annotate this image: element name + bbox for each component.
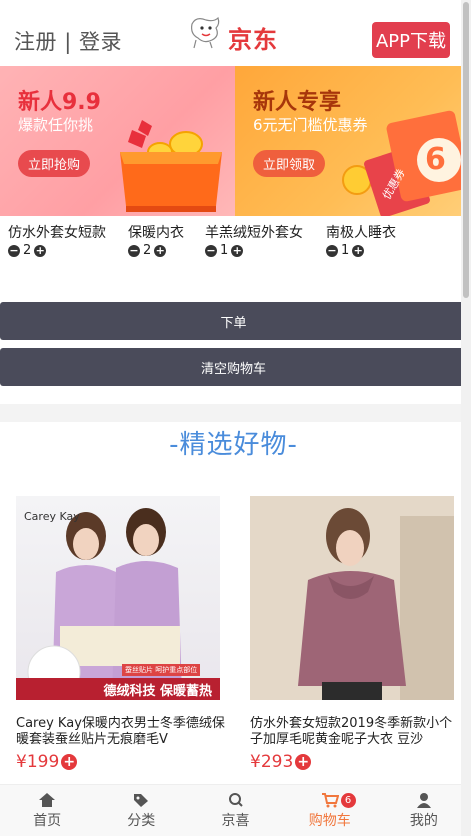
tab-mine[interactable]: 我的 (377, 785, 471, 836)
cart-items-row: 仿水外套女短款 − 2 + 保暖内衣 − 2 + 羊羔绒短外套女 − 1 + 南… (0, 222, 471, 262)
product-promo-strip: 德绒科技 保暖蓄热 (16, 678, 220, 700)
product-price-row: ¥293 + (250, 752, 454, 772)
auth-separator: | (64, 30, 72, 54)
tag-icon (134, 793, 149, 807)
add-to-cart-icon[interactable]: + (295, 754, 312, 770)
product-price: ¥293 (250, 752, 294, 772)
banner-title: 新人专享 (253, 90, 342, 115)
tab-label: 京喜 (221, 812, 250, 829)
model-coat-illustration (250, 496, 454, 700)
tab-label: 首页 (33, 812, 62, 829)
cart-item[interactable]: 羊羔绒短外套女 − 1 + (205, 222, 303, 258)
header: 注册 | 登录 京东 APP下载 (0, 0, 471, 66)
minus-icon[interactable]: − (205, 245, 217, 257)
quantity-value: 1 (341, 243, 350, 258)
jd-logo[interactable]: 京东 (186, 14, 286, 54)
exclusive-coupon-banner[interactable]: 新人专享 6元无门槛优惠券 立即领取 优惠券 6 (235, 66, 471, 216)
cart-item-name: 南极人睡衣 (326, 225, 396, 241)
coupon-ticket-icon (342, 110, 470, 216)
promo-banners: 新人9.9 爆款任你挑 立即抢购 新人专享 6元无门槛优惠券 立即领取 优惠券 … (0, 66, 471, 216)
search-icon (228, 792, 243, 807)
product-image[interactable]: Carey Kay 蚕丝贴片 呵护重点部位 德绒科技 保暖蓄热 (16, 496, 220, 700)
plus-icon[interactable]: + (34, 245, 47, 257)
plus-icon[interactable]: + (352, 245, 365, 257)
tab-category[interactable]: 分类 (94, 785, 188, 836)
tab-label: 我的 (409, 812, 438, 829)
cart-icon (321, 792, 339, 807)
cart-count-badge: 6 (340, 793, 356, 808)
quantity-value: 2 (143, 243, 152, 258)
minus-icon[interactable]: − (128, 245, 140, 257)
product-image[interactable] (250, 496, 454, 700)
brand-name: 京东 (228, 26, 278, 54)
quantity-value: 1 (220, 243, 229, 258)
jd-dog-logo-icon (191, 16, 220, 49)
cart-item-name: 仿水外套女短款 (8, 225, 106, 241)
place-order-button[interactable]: 下单 (0, 302, 467, 340)
tab-label: 购物车 (308, 812, 351, 829)
quantity-stepper: − 1 + (326, 244, 396, 258)
user-icon (416, 792, 431, 808)
minus-icon[interactable]: − (8, 245, 20, 257)
quantity-stepper: − 1 + (205, 244, 303, 258)
banner-subtitle: 爆款任你挑 (18, 116, 94, 134)
clear-cart-button[interactable]: 清空购物车 (0, 348, 467, 386)
cart-item[interactable]: 仿水外套女短款 − 2 + (8, 222, 106, 258)
section-title: -精选好物- (169, 430, 298, 460)
bottom-tab-bar: 首页 分类 京喜 购物车 6 我的 (0, 784, 471, 836)
product-title[interactable]: 仿水外套女短款2019冬季新款小个子加厚毛呢黄金呢子大衣 豆沙 (250, 716, 460, 748)
product-price: ¥199 (16, 752, 60, 772)
quantity-stepper: − 2 + (128, 244, 184, 258)
register-link[interactable]: 注册 (14, 30, 57, 54)
claim-now-button[interactable]: 立即领取 (253, 150, 326, 177)
login-link[interactable]: 登录 (79, 30, 122, 54)
tab-home[interactable]: 首页 (0, 785, 94, 836)
page-scrollbar[interactable] (461, 0, 471, 836)
banner-title: 新人9.9 (18, 90, 101, 115)
product-price-row: ¥199 + (16, 752, 220, 772)
product-title[interactable]: Carey Kay保暖内衣男士冬季德绒保暖套装蚕丝贴片无痕磨毛V (16, 716, 226, 748)
tab-cart[interactable]: 购物车 6 (283, 785, 377, 836)
plus-icon[interactable]: + (231, 245, 244, 257)
quantity-stepper: − 2 + (8, 244, 106, 258)
newcomer-banner[interactable]: 新人9.9 爆款任你挑 立即抢购 (0, 66, 235, 216)
minus-icon[interactable]: − (326, 245, 338, 257)
cart-item[interactable]: 保暖内衣 − 2 + (128, 222, 184, 258)
product-card[interactable]: Carey Kay 蚕丝贴片 呵护重点部位 德绒科技 保暖蓄热 Carey Ka… (16, 496, 225, 772)
cart-item-name: 羊羔绒短外套女 (205, 225, 303, 241)
tab-label: 分类 (127, 812, 156, 829)
app-download-button[interactable]: APP下载 (372, 22, 450, 58)
tab-jingxi[interactable]: 京喜 (188, 785, 282, 836)
gift-box-icon (120, 120, 222, 212)
add-to-cart-icon[interactable]: + (61, 754, 78, 770)
product-card[interactable]: 仿水外套女短款2019冬季新款小个子加厚毛呢黄金呢子大衣 豆沙 ¥293 + (250, 496, 454, 772)
quantity-value: 2 (23, 243, 32, 258)
grab-now-button[interactable]: 立即抢购 (18, 150, 91, 177)
product-promo-note: 蚕丝贴片 呵护重点部位 (122, 664, 201, 676)
coupon-value: 6 (425, 142, 446, 177)
cart-item[interactable]: 南极人睡衣 − 1 + (326, 222, 396, 258)
scrollbar-thumb[interactable] (463, 2, 469, 298)
plus-icon[interactable]: + (154, 245, 167, 257)
cart-item-name: 保暖内衣 (128, 225, 184, 241)
section-divider (0, 404, 467, 422)
auth-links: 注册 | 登录 (14, 26, 122, 56)
home-icon (39, 792, 56, 807)
product-brand-tag: Carey Kay (24, 510, 80, 523)
